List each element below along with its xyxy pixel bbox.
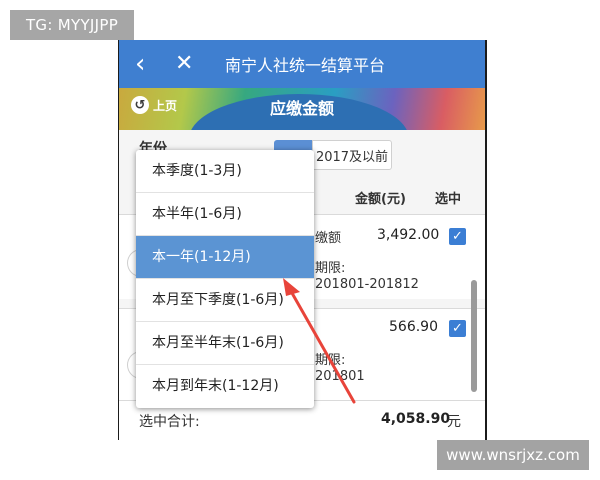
row-period-label: 期限: (315, 353, 346, 368)
dropdown-option-to-next-quarter[interactable]: 本月至下季度(1-6月) (136, 279, 314, 322)
total-amount: 4,058.90 (381, 411, 451, 427)
watermark-top: TG: MYYJJPP (10, 10, 134, 40)
row-amount: 3,492.00 (377, 227, 440, 243)
close-icon[interactable]: ✕ (175, 53, 205, 75)
total-unit: 元 (447, 414, 461, 430)
column-header-amount: 金额(元) (355, 192, 406, 207)
chevron-left-icon[interactable]: ‹ (135, 51, 163, 77)
period-dropdown: 本季度(1-3月) 本半年(1-6月) 本一年(1-12月) 本月至下季度(1-… (136, 150, 314, 408)
total-label: 选中合计: (139, 414, 200, 430)
dropdown-option-to-half-year-end[interactable]: 本月至半年末(1-6月) (136, 322, 314, 365)
column-header-selected: 选中 (435, 192, 462, 207)
row-period-label: 期限: (315, 261, 346, 276)
dropdown-option-full-year[interactable]: 本一年(1-12月) (136, 236, 314, 279)
row-period-value: 201801-201812 (315, 277, 419, 292)
navbar: ‹ ✕ 南宁人社统一结算平台 (119, 40, 485, 88)
dropdown-option-quarter[interactable]: 本季度(1-3月) (136, 150, 314, 193)
row-checkbox[interactable]: ✓ (449, 320, 466, 337)
dropdown-option-half-year[interactable]: 本半年(1-6月) (136, 193, 314, 236)
banner: ↺ 上页 应缴金额 (119, 88, 485, 130)
page-title: 南宁人社统一结算平台 (225, 56, 386, 75)
dropdown-option-to-year-end[interactable]: 本月到年末(1-12月) (136, 365, 314, 408)
row-checkbox[interactable]: ✓ (449, 228, 466, 245)
section-title: 应缴金额 (269, 99, 334, 118)
year-option-prev[interactable]: 2017及以前 (312, 140, 392, 170)
watermark-bottom: www.wnsrjxz.com (437, 440, 589, 470)
row-period-value: 201801 (315, 369, 365, 384)
scrollbar[interactable] (471, 280, 477, 392)
row-amount: 566.90 (389, 319, 438, 335)
row-title-fragment: 缴额 (315, 231, 342, 246)
